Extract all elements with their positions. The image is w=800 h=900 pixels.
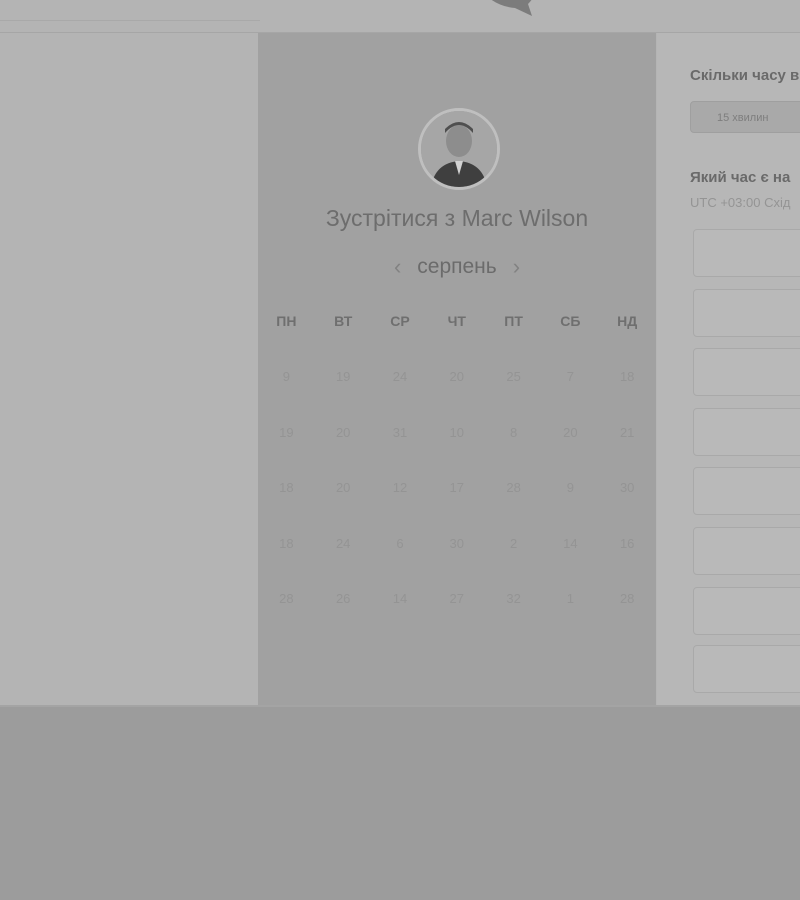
weekday-label: СР [390, 313, 410, 329]
calendar-day[interactable]: 18 [258, 476, 315, 532]
duration-question: Скільки часу в [690, 67, 800, 84]
weekday-header: ПН ВТ СР ЧТ ПТ СБ НД [258, 313, 656, 329]
time-slot-button[interactable] [693, 527, 800, 575]
time-slot-button[interactable] [693, 229, 800, 277]
time-question: Який час є на [690, 169, 791, 186]
calendar-day[interactable]: 32 [485, 587, 542, 643]
calendar-day[interactable]: 19 [258, 421, 315, 477]
calendar-day[interactable]: 20 [542, 421, 599, 477]
month-navigator: ‹ серпень › [258, 253, 656, 281]
calendar-day[interactable]: 21 [599, 421, 656, 477]
page-title: Зустрітися з Marc Wilson [325, 205, 589, 231]
calendar-day[interactable]: 1 [542, 587, 599, 643]
host-avatar [418, 108, 500, 190]
background-overlay [0, 707, 800, 900]
calendar-day[interactable]: 20 [315, 421, 372, 477]
time-slot-button[interactable] [693, 289, 800, 337]
weekday-label: СБ [560, 313, 581, 329]
calendar-panel: Зустрітися з Marc Wilson ‹ серпень › ПН … [258, 33, 656, 705]
weekday-label: ПТ [504, 313, 523, 329]
chevron-right-icon[interactable]: › [513, 254, 520, 280]
weekday-label: ВТ [334, 313, 353, 329]
timezone-label[interactable]: UTC +03:00 Схід [690, 195, 790, 210]
calendar-day[interactable]: 28 [599, 587, 656, 643]
calendar-day[interactable]: 19 [315, 365, 372, 421]
calendar-day[interactable]: 28 [485, 476, 542, 532]
calendar-day[interactable]: 14 [542, 532, 599, 588]
calendar-day[interactable]: 2 [485, 532, 542, 588]
calendar-day[interactable]: 7 [542, 365, 599, 421]
divider [0, 20, 260, 21]
duration-option-button[interactable]: 15 хвилин [690, 101, 800, 133]
calendar-day[interactable]: 18 [599, 365, 656, 421]
calendar-day[interactable]: 25 [485, 365, 542, 421]
calendar-day[interactable]: 30 [428, 532, 485, 588]
calendar-day[interactable]: 24 [315, 532, 372, 588]
time-slot-button[interactable] [693, 408, 800, 456]
calendar-day[interactable]: 30 [599, 476, 656, 532]
calendar-day[interactable]: 14 [372, 587, 429, 643]
weekday-label: ПН [276, 313, 297, 329]
weekday-label: НД [617, 313, 638, 329]
logo-speech-bubble-icon [491, 0, 532, 16]
time-slot-button[interactable] [693, 587, 800, 635]
calendar-day[interactable]: 17 [428, 476, 485, 532]
calendar-day[interactable]: 9 [542, 476, 599, 532]
calendar-day[interactable]: 10 [428, 421, 485, 477]
calendar-day[interactable]: 9 [258, 365, 315, 421]
time-slot-button[interactable] [693, 467, 800, 515]
calendar-day[interactable]: 8 [485, 421, 542, 477]
month-label: серпень [417, 255, 497, 278]
calendar-days-grid: 9 19 24 20 25 7 18 19 20 31 10 8 20 21 1… [258, 365, 656, 643]
calendar-day[interactable]: 16 [599, 532, 656, 588]
calendar-day[interactable]: 31 [372, 421, 429, 477]
logo-wordmark [600, 0, 770, 8]
calendar-day[interactable]: 27 [428, 587, 485, 643]
time-slot-button[interactable] [693, 645, 800, 693]
calendar-day[interactable]: 12 [372, 476, 429, 532]
weekday-label: ЧТ [447, 313, 466, 329]
calendar-day[interactable]: 18 [258, 532, 315, 588]
calendar-day[interactable]: 20 [428, 365, 485, 421]
calendar-day[interactable]: 6 [372, 532, 429, 588]
calendar-day[interactable]: 28 [258, 587, 315, 643]
calendar-day[interactable]: 26 [315, 587, 372, 643]
calendar-day[interactable]: 24 [372, 365, 429, 421]
calendar-day[interactable]: 20 [315, 476, 372, 532]
chevron-left-icon[interactable]: ‹ [394, 254, 401, 280]
scheduling-options-panel: Скільки часу в 15 хвилин Який час є на U… [657, 33, 800, 705]
time-slot-button[interactable] [693, 348, 800, 396]
